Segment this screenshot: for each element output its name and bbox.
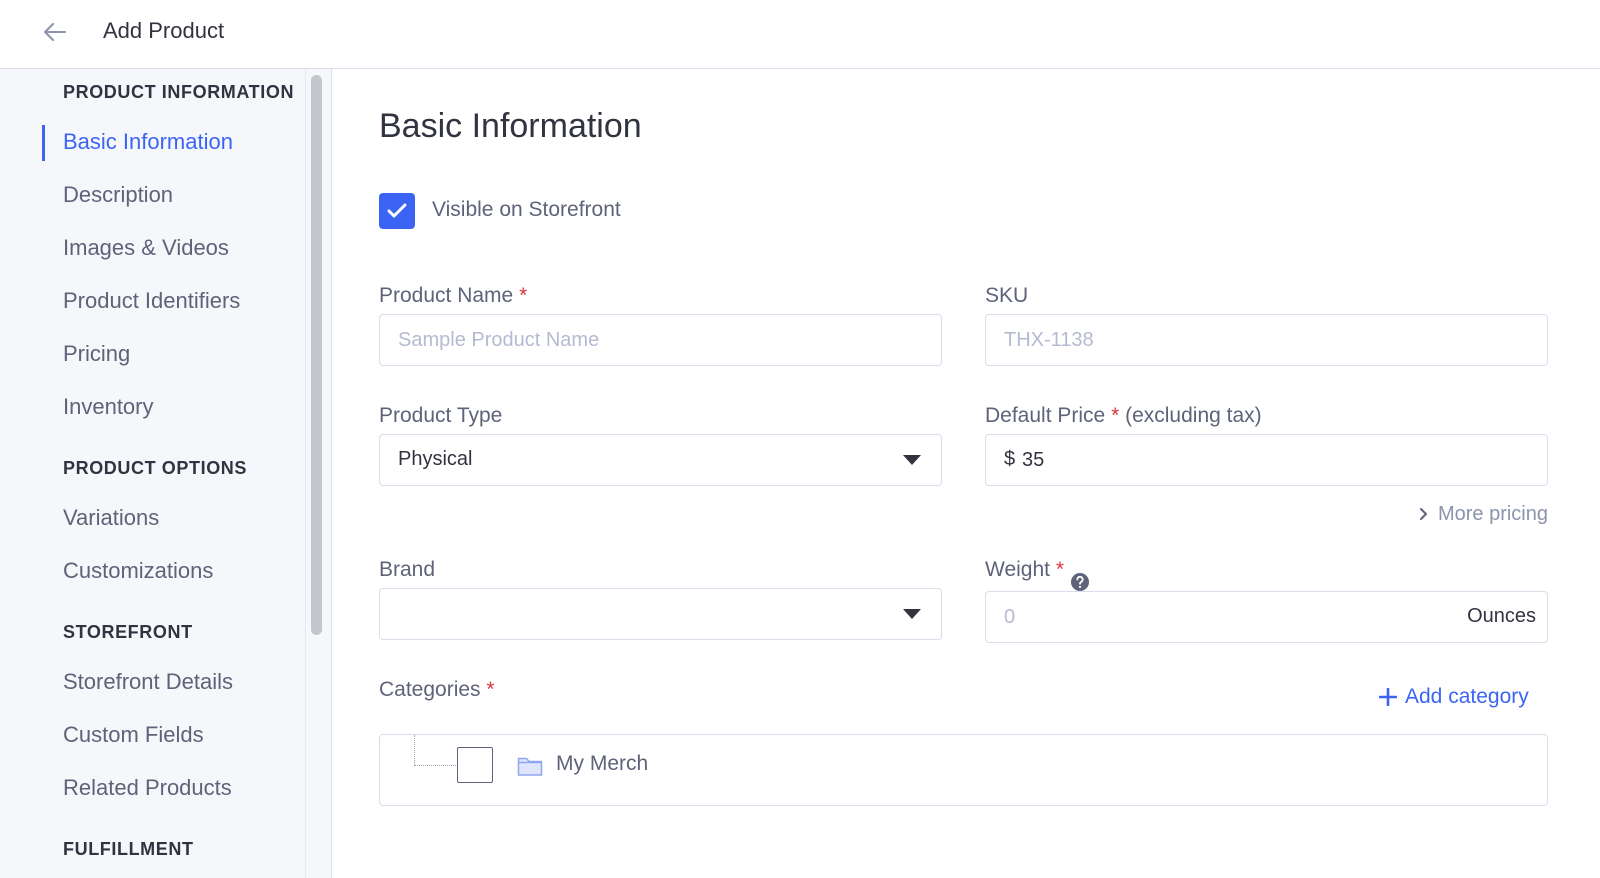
product-type-label: Product Type [379, 404, 503, 427]
sidebar-item-description[interactable]: Description [63, 182, 173, 208]
default-price-field[interactable]: $ [985, 434, 1548, 486]
top-bar: Add Product [0, 0, 1600, 69]
sidebar-heading-product-options: PRODUCT OPTIONS [63, 458, 248, 478]
more-pricing-label: More pricing [1437, 502, 1548, 525]
weight-field[interactable]: Ounces [985, 591, 1548, 643]
required-mark: * [486, 678, 495, 701]
brand-select[interactable] [379, 588, 942, 640]
sidebar-item-variations[interactable]: Variations [63, 505, 159, 531]
caret-down-icon [903, 455, 921, 465]
tree-connector [414, 735, 415, 765]
help-icon[interactable] [1070, 572, 1090, 592]
product-type-select[interactable]: Physical [379, 434, 942, 486]
category-tree: My Merch [379, 734, 1548, 806]
required-mark: * [1055, 558, 1065, 581]
sidebar-heading-fulfillment: FULFILLMENT [63, 839, 194, 859]
product-name-label: Product Name * [379, 284, 528, 307]
sidebar-scrollbar[interactable] [306, 69, 332, 878]
active-indicator [42, 125, 45, 161]
sidebar-item-storefront-details[interactable]: Storefront Details [63, 669, 233, 695]
categories-label: Categories * [379, 678, 495, 701]
sidebar-item-images-videos[interactable]: Images & Videos [63, 235, 229, 261]
sidebar: PRODUCT INFORMATION Basic Information De… [0, 69, 306, 878]
back-button[interactable] [38, 18, 72, 46]
caret-down-icon [903, 609, 921, 619]
weight-input[interactable] [986, 592, 1446, 642]
currency-symbol: $ [1004, 448, 1016, 470]
plus-icon [1379, 688, 1397, 706]
weight-unit: Ounces [1467, 605, 1536, 627]
sidebar-heading-product-information: PRODUCT INFORMATION [63, 82, 295, 102]
scrollbar-thumb[interactable] [311, 75, 322, 635]
sku-label: SKU [985, 284, 1029, 307]
arrow-left-icon [44, 23, 66, 41]
product-name-input[interactable] [379, 314, 942, 366]
add-category-button[interactable]: Add category [1379, 682, 1529, 712]
chevron-right-icon [1419, 508, 1427, 520]
visible-on-storefront-label: Visible on Storefront [432, 198, 621, 221]
visible-on-storefront-checkbox[interactable] [379, 193, 415, 229]
sidebar-item-pricing[interactable]: Pricing [63, 341, 130, 367]
sidebar-item-custom-fields[interactable]: Custom Fields [63, 722, 204, 748]
product-type-value: Physical [398, 448, 473, 470]
category-name[interactable]: My Merch [556, 752, 648, 776]
sidebar-heading-storefront: STOREFRONT [63, 622, 193, 642]
sidebar-item-product-identifiers[interactable]: Product Identifiers [63, 288, 240, 314]
section-title: Basic Information [379, 107, 642, 145]
add-category-label: Add category [1405, 685, 1529, 708]
sidebar-item-related-products[interactable]: Related Products [63, 775, 232, 801]
folder-icon [517, 757, 543, 776]
weight-label: Weight * [985, 558, 1065, 581]
default-price-label: Default Price * (excluding tax) [985, 404, 1262, 427]
brand-label: Brand [379, 558, 436, 581]
sku-input[interactable] [985, 314, 1548, 366]
main-content: Basic Information Visible on Storefront … [333, 69, 1600, 878]
category-checkbox-my-merch[interactable] [457, 747, 493, 783]
check-icon [387, 203, 407, 218]
required-mark: * [519, 284, 528, 307]
sidebar-item-basic-information[interactable]: Basic Information [63, 129, 233, 155]
tree-connector [414, 765, 456, 766]
sidebar-item-inventory[interactable]: Inventory [63, 394, 154, 420]
sidebar-item-customizations[interactable]: Customizations [63, 558, 213, 584]
default-price-input[interactable] [1022, 435, 1522, 485]
page-title: Add Product [103, 18, 225, 43]
more-pricing-link[interactable]: More pricing [1407, 500, 1548, 528]
required-mark: * [1111, 404, 1120, 427]
